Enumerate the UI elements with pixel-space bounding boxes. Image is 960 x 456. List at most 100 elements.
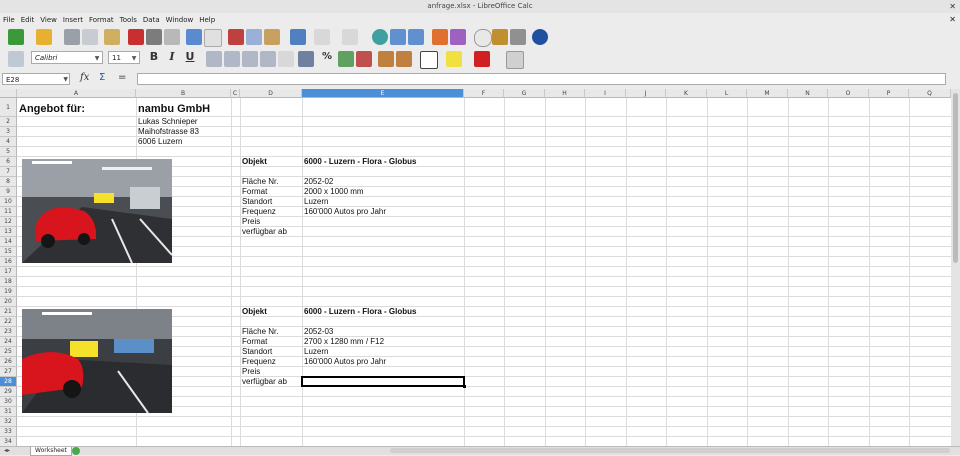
save-icon[interactable] bbox=[64, 29, 80, 45]
row-header[interactable]: 27 bbox=[0, 367, 17, 377]
cell-d6[interactable]: Objekt bbox=[242, 157, 267, 167]
print-preview-icon[interactable] bbox=[164, 29, 180, 45]
cell-e9[interactable]: 2000 x 1000 mm bbox=[304, 187, 364, 197]
name-box[interactable]: E28 ▼ bbox=[2, 73, 70, 85]
cell-d24[interactable]: Format bbox=[242, 337, 267, 347]
column-header-m[interactable]: M bbox=[747, 89, 788, 98]
row-header[interactable]: 11 bbox=[0, 207, 17, 217]
cell-d28[interactable]: verfügbar ab bbox=[242, 377, 287, 387]
undo-icon[interactable] bbox=[314, 29, 330, 45]
font-name-select[interactable]: Calibri ▼ bbox=[31, 51, 103, 64]
merge-cells-icon[interactable] bbox=[278, 51, 294, 67]
row-header[interactable]: 22 bbox=[0, 317, 17, 327]
cell-e24[interactable]: 2700 x 1280 mm / F12 bbox=[304, 337, 384, 347]
cell-d8[interactable]: Fläche Nr. bbox=[242, 177, 278, 187]
row-header[interactable]: 5 bbox=[0, 147, 17, 157]
row-header[interactable]: 16 bbox=[0, 257, 17, 267]
vertical-scrollbar[interactable] bbox=[951, 89, 960, 446]
row-header[interactable]: 33 bbox=[0, 427, 17, 437]
cell-e23[interactable]: 2052-03 bbox=[304, 327, 333, 337]
italic-button[interactable]: I bbox=[165, 50, 179, 63]
cell-e11[interactable]: 160'000 Autos pro Jahr bbox=[304, 207, 386, 217]
cell-e26[interactable]: 160'000 Autos pro Jahr bbox=[304, 357, 386, 367]
active-cell-cursor[interactable] bbox=[301, 376, 465, 387]
gallery-icon[interactable] bbox=[492, 29, 508, 45]
email-icon[interactable] bbox=[82, 29, 98, 45]
row-header[interactable]: 3 bbox=[0, 127, 17, 137]
borders-icon[interactable] bbox=[420, 51, 438, 69]
underline-button[interactable]: U bbox=[183, 50, 197, 63]
cell-d25[interactable]: Standort bbox=[242, 347, 272, 357]
align-left-icon[interactable] bbox=[206, 51, 222, 67]
row-header[interactable]: 26 bbox=[0, 357, 17, 367]
clone-formatting-icon[interactable] bbox=[290, 29, 306, 45]
spellcheck-icon[interactable] bbox=[186, 29, 202, 45]
column-header-p[interactable]: P bbox=[869, 89, 909, 98]
percent-button[interactable]: % bbox=[320, 51, 334, 62]
column-header-b[interactable]: B bbox=[136, 89, 231, 98]
row-header[interactable]: 20 bbox=[0, 297, 17, 307]
row-header[interactable]: 19 bbox=[0, 287, 17, 297]
sort-ascending-icon[interactable] bbox=[390, 29, 406, 45]
fill-handle[interactable] bbox=[463, 385, 466, 388]
window-close-icon[interactable]: ✕ bbox=[949, 0, 956, 13]
cell-b3[interactable]: Maihofstrasse 83 bbox=[138, 127, 199, 137]
row-header[interactable]: 32 bbox=[0, 417, 17, 427]
cell-d27[interactable]: Preis bbox=[242, 367, 260, 377]
cell-b1[interactable]: nambu GmbH bbox=[138, 103, 210, 116]
row-header[interactable]: 15 bbox=[0, 247, 17, 257]
row-header[interactable]: 21 bbox=[0, 307, 17, 317]
formula-input[interactable] bbox=[137, 73, 946, 85]
cell-d12[interactable]: Preis bbox=[242, 217, 260, 227]
justify-icon[interactable] bbox=[260, 51, 276, 67]
row-header[interactable]: 9 bbox=[0, 187, 17, 197]
garage-photo-1[interactable] bbox=[22, 159, 172, 263]
increase-indent-icon[interactable] bbox=[396, 51, 412, 67]
scrollbar-thumb[interactable] bbox=[953, 93, 958, 263]
cell-e25[interactable]: Luzern bbox=[304, 347, 328, 357]
row-header-active[interactable]: 28 bbox=[0, 377, 17, 387]
row-header[interactable]: 18 bbox=[0, 277, 17, 287]
delete-decimal-icon[interactable] bbox=[356, 51, 372, 67]
garage-photo-2[interactable] bbox=[22, 309, 172, 413]
column-header-k[interactable]: K bbox=[666, 89, 707, 98]
redo-icon[interactable] bbox=[342, 29, 358, 45]
cell-a1[interactable]: Angebot für: bbox=[19, 103, 85, 116]
pivot-table-icon[interactable] bbox=[450, 29, 466, 45]
row-header[interactable]: 17 bbox=[0, 267, 17, 277]
cell-e21[interactable]: 6000 - Luzern - Flora - Globus bbox=[304, 307, 416, 317]
column-header-h[interactable]: H bbox=[545, 89, 585, 98]
column-header-i[interactable]: I bbox=[585, 89, 626, 98]
row-header[interactable]: 4 bbox=[0, 137, 17, 147]
cell-e8[interactable]: 2052-02 bbox=[304, 177, 333, 187]
column-header-g[interactable]: G bbox=[504, 89, 545, 98]
row-header[interactable]: 2 bbox=[0, 117, 17, 127]
export-pdf-icon[interactable] bbox=[128, 29, 144, 45]
sheet-tab-worksheet[interactable]: Worksheet bbox=[30, 447, 72, 456]
row-header[interactable]: 30 bbox=[0, 397, 17, 407]
copy-icon[interactable] bbox=[246, 29, 262, 45]
paste-icon[interactable] bbox=[264, 29, 280, 45]
column-header-f[interactable]: F bbox=[464, 89, 504, 98]
autospellcheck-icon[interactable] bbox=[204, 29, 222, 47]
cell-d11[interactable]: Frequenz bbox=[242, 207, 276, 217]
new-document-icon[interactable] bbox=[8, 29, 24, 45]
row-header[interactable]: 34 bbox=[0, 437, 17, 446]
sort-descending-icon[interactable] bbox=[408, 29, 424, 45]
data-sources-icon[interactable] bbox=[510, 29, 526, 45]
column-header-c[interactable]: C bbox=[231, 89, 240, 98]
row-header[interactable]: 10 bbox=[0, 197, 17, 207]
cell-d23[interactable]: Fläche Nr. bbox=[242, 327, 278, 337]
font-size-select[interactable]: 11 ▼ bbox=[108, 51, 140, 64]
column-header-n[interactable]: N bbox=[788, 89, 828, 98]
cell-e10[interactable]: Luzern bbox=[304, 197, 328, 207]
spreadsheet-grid[interactable]: A B C D E F G H I J K L M N O P Q 1 2 3 … bbox=[0, 89, 951, 446]
row-header[interactable]: 1 bbox=[0, 98, 17, 117]
row-header[interactable]: 29 bbox=[0, 387, 17, 397]
row-header[interactable]: 13 bbox=[0, 227, 17, 237]
cell-b4[interactable]: 6006 Luzern bbox=[138, 137, 182, 147]
cell-b2[interactable]: Lukas Schnieper bbox=[138, 117, 198, 127]
cell-d13[interactable]: verfügbar ab bbox=[242, 227, 287, 237]
row-header[interactable]: 14 bbox=[0, 237, 17, 247]
align-right-icon[interactable] bbox=[242, 51, 258, 67]
